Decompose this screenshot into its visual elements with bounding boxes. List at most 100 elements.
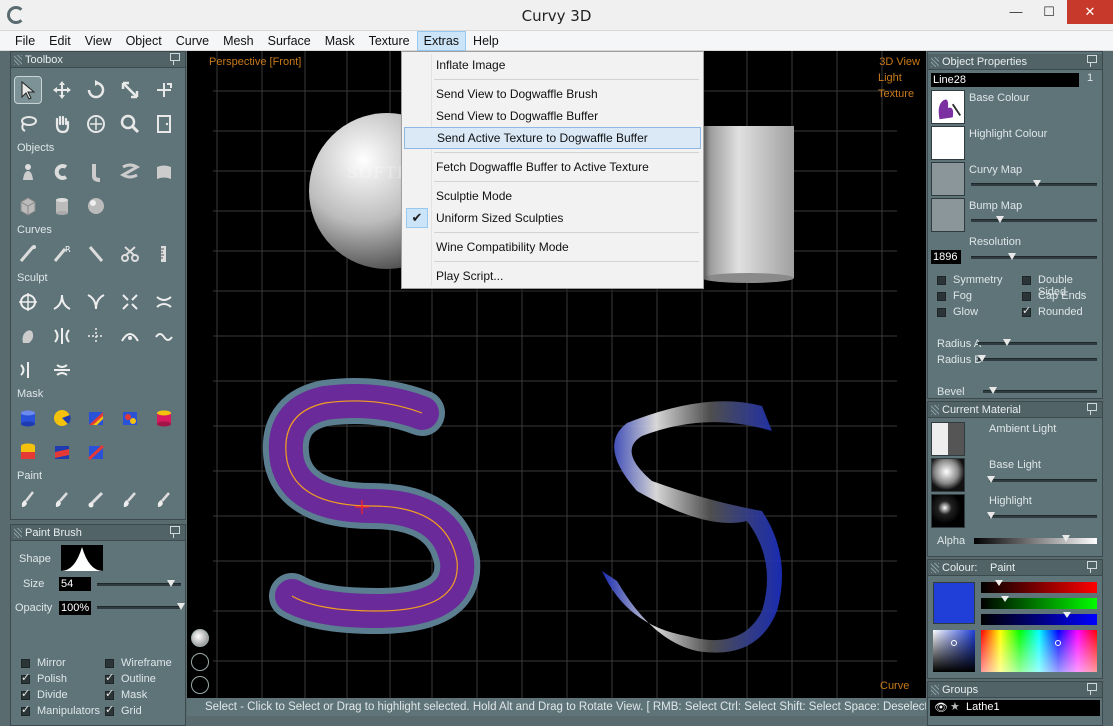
- base-light-swatch[interactable]: [931, 458, 965, 492]
- outline-checkbox[interactable]: [105, 671, 114, 684]
- sculpt-tool-10[interactable]: [150, 322, 178, 350]
- blue-slider[interactable]: [981, 612, 1097, 625]
- menu-edit[interactable]: Edit: [42, 31, 78, 51]
- cap-ends-checkbox[interactable]: [1022, 292, 1031, 301]
- mask-tool-4[interactable]: [116, 404, 144, 432]
- pin-icon[interactable]: [1086, 683, 1097, 695]
- sculpt-tool-9[interactable]: [116, 322, 144, 350]
- curve-tool-4[interactable]: [116, 240, 144, 268]
- green-slider[interactable]: [981, 596, 1097, 609]
- mask-tool-1[interactable]: [14, 404, 42, 432]
- highlight-colour-swatch[interactable]: [931, 126, 965, 160]
- grid-checkbox[interactable]: [105, 703, 114, 716]
- nav-sphere-icon[interactable]: [191, 629, 209, 647]
- sculpt-tool-7[interactable]: [48, 322, 76, 350]
- resolution-slider[interactable]: [971, 253, 1097, 260]
- view-mode-light[interactable]: Light: [878, 72, 902, 84]
- zoom-tool[interactable]: [116, 110, 144, 138]
- red-slider[interactable]: [981, 580, 1097, 593]
- group-row[interactable]: 👁 ★ Lathe1: [930, 700, 1100, 716]
- wireframe-checkbox[interactable]: [105, 659, 114, 668]
- menu-send-texture-buffer[interactable]: Send Active Texture to Dogwaffle Buffer: [404, 127, 701, 149]
- sculpt-tool-8[interactable]: [82, 322, 110, 350]
- cylinder-tool[interactable]: [48, 192, 76, 220]
- mask-tool-6[interactable]: [14, 438, 42, 466]
- menu-file[interactable]: File: [8, 31, 42, 51]
- menu-view[interactable]: View: [78, 31, 119, 51]
- bump-map-swatch[interactable]: [931, 198, 965, 232]
- colour-hue-field[interactable]: [981, 630, 1097, 672]
- ambient-light-swatch[interactable]: [931, 422, 965, 456]
- eye-icon[interactable]: 👁: [934, 701, 948, 714]
- scale-tool[interactable]: [116, 76, 144, 104]
- polish-checkbox[interactable]: [21, 671, 30, 684]
- paint-tool-4[interactable]: [116, 486, 144, 514]
- mask-tool-7[interactable]: [48, 438, 76, 466]
- mask-tool-3[interactable]: [82, 404, 110, 432]
- menu-play-script[interactable]: Play Script...: [404, 265, 701, 287]
- divide-checkbox[interactable]: [21, 687, 30, 700]
- curve-tool-2[interactable]: R: [48, 240, 76, 268]
- menu-object[interactable]: Object: [119, 31, 169, 51]
- sculpt-tool-2[interactable]: [48, 288, 76, 316]
- pin-icon[interactable]: [1086, 55, 1097, 67]
- mask-checkbox[interactable]: [105, 687, 114, 700]
- colour-swatch[interactable]: [933, 582, 975, 624]
- radius-a-slider[interactable]: [978, 339, 1097, 346]
- pin-icon[interactable]: [169, 53, 180, 65]
- menu-curve[interactable]: Curve: [169, 31, 216, 51]
- cylinder-object[interactable]: [702, 126, 794, 283]
- select-tool[interactable]: [14, 76, 42, 104]
- mirror-checkbox[interactable]: [21, 659, 30, 668]
- menu-extras[interactable]: Extras: [416, 31, 467, 51]
- menu-texture[interactable]: Texture: [362, 31, 417, 51]
- ribbon-s-object[interactable]: [602, 401, 782, 653]
- close-button[interactable]: ✕: [1067, 0, 1113, 24]
- menu-help[interactable]: Help: [466, 31, 506, 51]
- object-tool-5[interactable]: [150, 158, 178, 186]
- move-tool[interactable]: [48, 76, 76, 104]
- pan-tool[interactable]: [48, 110, 76, 138]
- menu-uniform-sculpties[interactable]: ✔ Uniform Sized Sculpties: [404, 207, 701, 229]
- curvy-map-slider[interactable]: [971, 180, 1097, 187]
- curve-tool-1[interactable]: [14, 240, 42, 268]
- menu-sculptie-mode[interactable]: Sculptie Mode: [404, 185, 701, 207]
- star-icon[interactable]: ★: [950, 700, 960, 713]
- symmetry-checkbox[interactable]: [937, 276, 946, 285]
- lasso-tool[interactable]: [14, 110, 42, 138]
- menu-wine-mode[interactable]: Wine Compatibility Mode: [404, 236, 701, 258]
- resolution-field[interactable]: 1896: [931, 250, 961, 264]
- edit-mode-curve[interactable]: Curve: [880, 680, 909, 692]
- alpha-slider[interactable]: [974, 535, 1097, 544]
- pivot-tool[interactable]: [150, 76, 178, 104]
- sculpt-tool-3[interactable]: [82, 288, 110, 316]
- orbit-tool[interactable]: [82, 110, 110, 138]
- curvy-map-swatch[interactable]: [931, 162, 965, 196]
- double-sided-checkbox[interactable]: [1022, 276, 1031, 285]
- sculpt-tool-4[interactable]: [116, 288, 144, 316]
- menu-inflate-image[interactable]: Inflate Image: [404, 54, 701, 76]
- sculpt-tool-12[interactable]: [48, 356, 76, 384]
- object-name-field[interactable]: Line28: [931, 73, 1079, 87]
- sculpt-tool-11[interactable]: [14, 356, 42, 384]
- menu-fetch-buffer[interactable]: Fetch Dogwaffle Buffer to Active Texture: [404, 156, 701, 178]
- glow-checkbox[interactable]: [937, 308, 946, 317]
- paint-tool-3[interactable]: [82, 486, 110, 514]
- object-tool-1[interactable]: [14, 158, 42, 186]
- manipulators-checkbox[interactable]: [21, 703, 30, 716]
- view-mode-3d[interactable]: 3D View: [879, 56, 920, 68]
- object-tool-3[interactable]: [82, 158, 110, 186]
- menu-mesh[interactable]: Mesh: [216, 31, 261, 51]
- mask-tool-5[interactable]: [150, 404, 178, 432]
- sculpt-tool-6[interactable]: [14, 322, 42, 350]
- pin-icon[interactable]: [169, 526, 180, 538]
- bump-map-slider[interactable]: [971, 216, 1097, 223]
- opacity-slider[interactable]: [97, 603, 185, 610]
- bevel-slider[interactable]: [983, 387, 1097, 394]
- nav-move-icon[interactable]: [191, 653, 209, 671]
- colour-mode[interactable]: Paint: [990, 560, 1015, 576]
- sculpt-tool-1[interactable]: [14, 288, 42, 316]
- radius-b-slider[interactable]: [978, 355, 1097, 362]
- object-tool-4[interactable]: [116, 158, 144, 186]
- size-field[interactable]: 54: [59, 577, 91, 591]
